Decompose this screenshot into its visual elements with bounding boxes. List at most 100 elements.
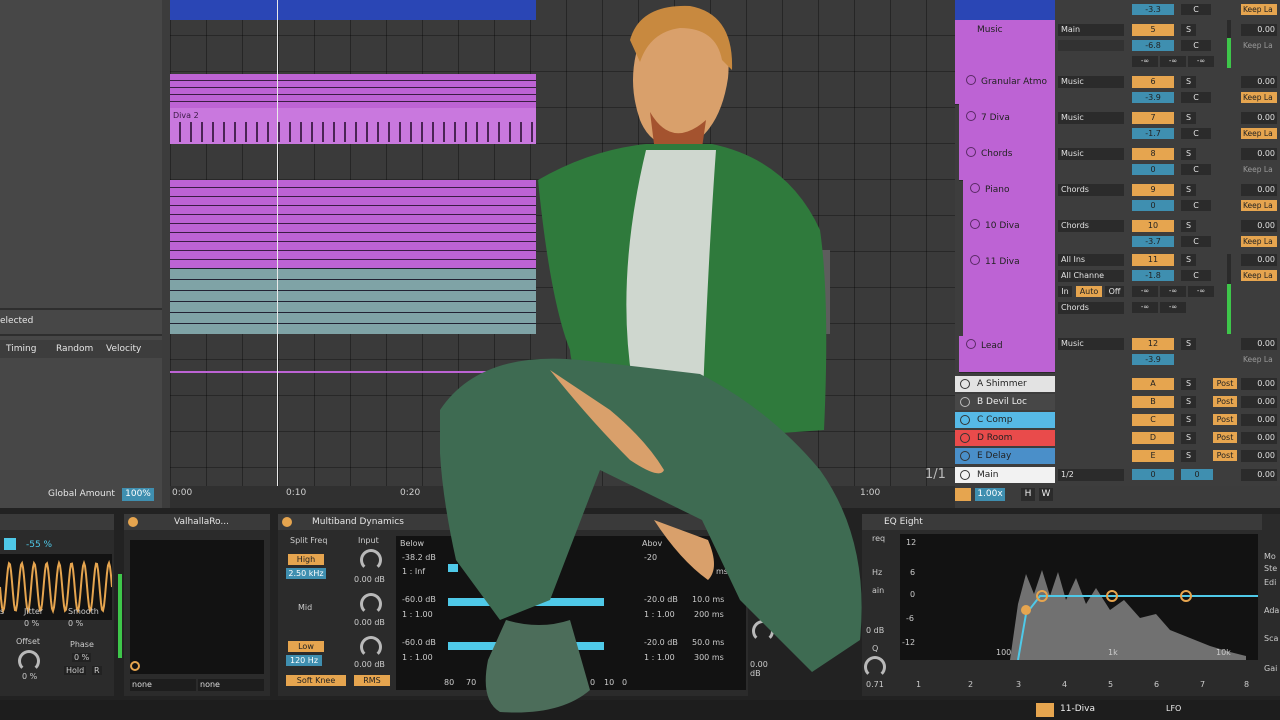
track-number[interactable]: 12 bbox=[1132, 338, 1174, 350]
keep-latency[interactable]: Keep La bbox=[1241, 200, 1277, 211]
volume-field[interactable]: -1.8 bbox=[1132, 270, 1174, 281]
h-button[interactable]: H bbox=[1021, 488, 1035, 501]
plugin-edit-icon[interactable] bbox=[130, 661, 140, 671]
track-lead[interactable]: Lead bbox=[959, 336, 1055, 373]
speaker-icon[interactable] bbox=[955, 488, 971, 501]
output-routing[interactable]: Chords bbox=[1058, 220, 1124, 232]
param-select-left[interactable]: none bbox=[130, 679, 196, 691]
power-icon[interactable] bbox=[128, 517, 138, 527]
track-number[interactable]: 9 bbox=[1132, 184, 1174, 196]
return-d-room[interactable]: D Room bbox=[955, 430, 1055, 446]
output-value[interactable]: 0.00 bbox=[1241, 432, 1277, 444]
track-number[interactable]: 11 bbox=[1132, 254, 1174, 266]
keep-latency[interactable]: Keep La bbox=[1241, 128, 1277, 139]
send-field[interactable]: -∞ bbox=[1188, 286, 1214, 297]
keep-latency[interactable]: Keep La bbox=[1241, 164, 1277, 175]
track-chords[interactable]: Chords bbox=[959, 144, 1055, 181]
band-number[interactable]: 8 bbox=[1244, 680, 1249, 689]
high-band-button[interactable]: High bbox=[288, 554, 324, 565]
high-input-knob[interactable] bbox=[360, 549, 382, 571]
volume-field[interactable]: -3.3 bbox=[1132, 4, 1174, 15]
send-field[interactable]: -∞ bbox=[1160, 302, 1186, 313]
solo-button[interactable]: S bbox=[1181, 148, 1196, 160]
send-field[interactable]: -∞ bbox=[1188, 56, 1214, 67]
track-11-diva[interactable]: 11 Diva bbox=[963, 252, 1055, 337]
track-header[interactable] bbox=[955, 0, 1055, 21]
hold-button[interactable]: Hold bbox=[64, 666, 87, 675]
solo-button[interactable]: S bbox=[1181, 378, 1196, 390]
below-threshold[interactable]: -60.0 dB bbox=[402, 638, 436, 647]
volume-field[interactable]: -1.7 bbox=[1132, 128, 1174, 139]
solo-button[interactable]: S bbox=[1181, 414, 1196, 426]
post-button[interactable]: Post bbox=[1213, 450, 1237, 461]
output-value[interactable]: 0.00 bbox=[1241, 220, 1277, 232]
fold-icon[interactable] bbox=[966, 75, 976, 85]
pan-field[interactable]: C bbox=[1181, 92, 1211, 103]
output-routing[interactable]: Chords bbox=[1058, 302, 1124, 314]
track-granular-atmo[interactable]: Granular Atmo bbox=[959, 72, 1055, 109]
return-c-comp[interactable]: C Comp bbox=[955, 412, 1055, 428]
output-channel[interactable] bbox=[1058, 40, 1124, 51]
tab-random[interactable]: Random bbox=[56, 344, 93, 354]
pan-field[interactable]: C bbox=[1181, 200, 1211, 211]
jitter-value[interactable]: 0 % bbox=[24, 619, 39, 628]
return-letter[interactable]: C bbox=[1132, 414, 1174, 426]
volume-field[interactable]: 0 bbox=[1132, 164, 1174, 175]
solo-button[interactable]: S bbox=[1181, 450, 1196, 462]
band-number[interactable]: 1 bbox=[916, 680, 921, 689]
output-routing[interactable]: Chords bbox=[1058, 184, 1124, 196]
low-freq-field[interactable]: 120 Hz bbox=[286, 655, 322, 666]
monitor-auto-button[interactable]: Auto bbox=[1076, 286, 1102, 297]
volume-field[interactable]: 0 bbox=[1132, 200, 1174, 211]
below-threshold[interactable]: -60.0 dB bbox=[402, 595, 436, 604]
post-button[interactable]: Post bbox=[1213, 378, 1237, 389]
rms-button[interactable]: RMS bbox=[354, 675, 390, 686]
main-pan[interactable]: 0 bbox=[1181, 469, 1213, 480]
power-icon[interactable] bbox=[282, 517, 292, 527]
monitor-in-button[interactable]: In bbox=[1058, 286, 1072, 297]
track-number[interactable]: 8 bbox=[1132, 148, 1174, 160]
low-band-button[interactable]: Low bbox=[288, 641, 324, 652]
send-field[interactable]: -∞ bbox=[1160, 286, 1186, 297]
output-value[interactable]: 0.00 bbox=[1241, 76, 1277, 88]
input-channel[interactable]: All Channe bbox=[1058, 270, 1124, 282]
track-main[interactable]: Main bbox=[955, 467, 1055, 483]
output-routing[interactable]: Music bbox=[1058, 112, 1124, 124]
fold-icon[interactable] bbox=[966, 147, 976, 157]
pan-field[interactable]: C bbox=[1181, 128, 1211, 139]
return-e-delay[interactable]: E Delay bbox=[955, 448, 1055, 464]
warning-icon[interactable] bbox=[1036, 703, 1054, 717]
main-routing[interactable]: 1/2 bbox=[1058, 469, 1124, 481]
output-routing[interactable]: Main bbox=[1058, 24, 1124, 36]
fold-icon[interactable] bbox=[970, 183, 980, 193]
global-amount-value[interactable]: 100% bbox=[122, 488, 154, 501]
output-value[interactable]: 0.00 bbox=[1241, 450, 1277, 462]
send-field[interactable]: -∞ bbox=[1132, 286, 1158, 297]
solo-button[interactable]: S bbox=[1181, 76, 1196, 88]
smooth-value[interactable]: 0 % bbox=[68, 619, 83, 628]
send-field[interactable]: -∞ bbox=[1160, 56, 1186, 67]
post-button[interactable]: Post bbox=[1213, 432, 1237, 443]
keep-latency[interactable]: Keep La bbox=[1241, 236, 1277, 247]
band-number[interactable]: 2 bbox=[968, 680, 973, 689]
output-routing[interactable]: Music bbox=[1058, 148, 1124, 160]
send-field[interactable]: -∞ bbox=[1132, 56, 1158, 67]
return-letter[interactable]: B bbox=[1132, 396, 1174, 408]
high-freq-field[interactable]: 2.50 kHz bbox=[286, 568, 326, 579]
below-ratio[interactable]: 1 : Inf bbox=[402, 567, 425, 576]
input-routing[interactable]: All Ins bbox=[1058, 254, 1124, 266]
device-header[interactable]: EQ Eight bbox=[862, 514, 1262, 530]
output-value[interactable]: 0.00 bbox=[1241, 338, 1277, 350]
volume-field[interactable]: -6.8 bbox=[1132, 40, 1174, 51]
below-ratio[interactable]: 1 : 1.00 bbox=[402, 610, 433, 619]
keep-latency[interactable]: Keep La bbox=[1241, 4, 1277, 15]
return-letter[interactable]: A bbox=[1132, 378, 1174, 390]
volume-field[interactable]: -3.7 bbox=[1132, 236, 1174, 247]
pan-field[interactable]: C bbox=[1181, 164, 1211, 175]
track-number[interactable]: 7 bbox=[1132, 112, 1174, 124]
eq-display[interactable]: 12 6 0 -6 -12 100 1k 10k bbox=[900, 534, 1258, 661]
return-b-devil-loc[interactable]: B Devil Loc bbox=[955, 394, 1055, 410]
output-value[interactable]: 0.00 bbox=[1241, 148, 1277, 160]
keep-latency[interactable]: Keep La bbox=[1241, 40, 1277, 51]
solo-button[interactable]: S bbox=[1181, 184, 1196, 196]
